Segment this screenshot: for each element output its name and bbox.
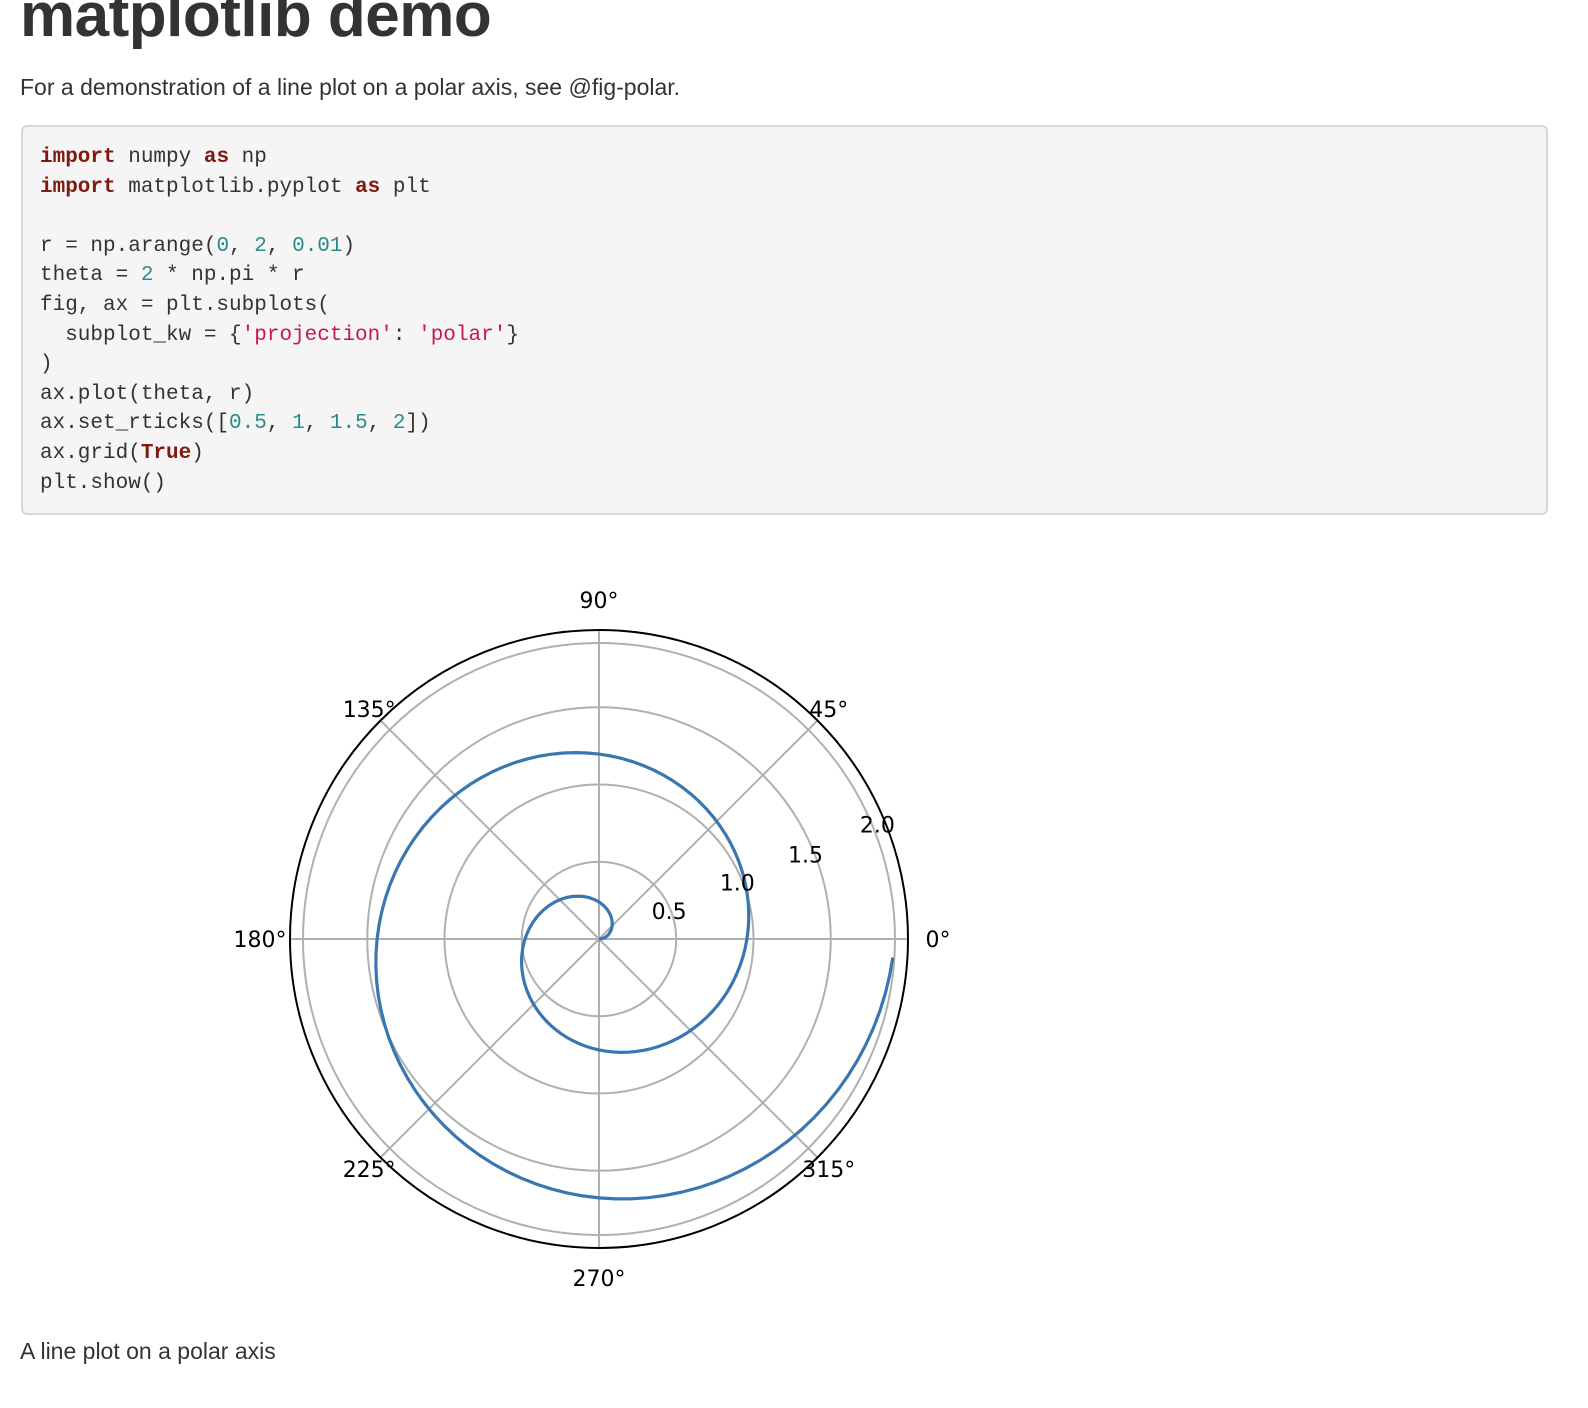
code-number: 1 (292, 412, 305, 436)
code-text: ) (40, 353, 53, 377)
code-line: import matplotlib.pyplot as plt (40, 173, 1529, 203)
code-text: ax.set_rticks([ (40, 412, 230, 436)
angular-gridline (598, 719, 819, 940)
r-tick-label: 1.5 (788, 843, 823, 868)
code-text: fig, ax = plt.subplots( (40, 293, 330, 317)
theta-tick-label: 270° (573, 1267, 626, 1292)
code-string: 'polar' (418, 323, 507, 347)
code-number: 0.01 (292, 234, 343, 258)
code-text: np (229, 146, 267, 169)
code-line: ax.set_rticks([0.5, 1, 1.5, 2]) (40, 409, 1529, 439)
code-text: subplot_kw = { (40, 323, 242, 347)
theta-tick-label: 45° (809, 698, 848, 723)
code-keyword: as (355, 175, 381, 199)
code-line: plt.show() (40, 469, 1529, 499)
theta-tick-label: 90° (580, 589, 619, 614)
code-text: r = np.arange( (40, 234, 217, 258)
theta-tick-label: 315° (802, 1158, 855, 1183)
code-text: ) (191, 441, 204, 465)
r-tick-label: 0.5 (652, 900, 687, 925)
code-text: : (392, 323, 419, 347)
intro-paragraph: For a demonstration of a line plot on a … (20, 74, 681, 100)
code-text: * np.pi * r (153, 264, 305, 288)
code-keyword: import (40, 175, 116, 199)
code-string: 'projection' (241, 323, 393, 347)
code-line: subplot_kw = {'projection': 'polar'} (40, 321, 1529, 351)
code-line: ax.plot(theta, r) (40, 380, 1529, 410)
theta-tick-label: 0° (926, 928, 951, 953)
code-number: 2 (392, 412, 406, 436)
code-text: matplotlib.pyplot (115, 175, 356, 199)
code-line: ) (40, 350, 1529, 380)
code-text: ) (342, 234, 356, 258)
code-listing: import numpy as np import matplotlib.pypl… (40, 143, 1529, 498)
code-text: numpy (115, 146, 204, 169)
code-number: 0 (216, 234, 230, 258)
page-title: matplotlib demo (20, 0, 492, 50)
code-text: ]) (405, 412, 431, 436)
polar-chart: 0° 45° 90° 135° 180° 225° 270° 315° 0.5 1.0 1.5 2.0 (234, 589, 951, 1292)
code-text: ax.plot(theta, r) (40, 382, 255, 406)
code-text: theta = (40, 264, 141, 288)
code-text: , (266, 234, 293, 258)
code-keyword: as (203, 146, 230, 169)
figure-caption: A line plot on a polar axis (20, 1338, 276, 1364)
code-text: , (266, 412, 293, 436)
angular-gridline (379, 938, 600, 1159)
code-text: plt (380, 175, 431, 199)
code-line: theta = 2 * np.pi * r (40, 261, 1529, 291)
code-number: 1.5 (329, 412, 368, 436)
code-text: , (367, 412, 393, 436)
theta-tick-label: 180° (234, 928, 287, 953)
code-block: import numpy as np import matplotlib.pypl… (21, 125, 1548, 515)
code-number: 2 (140, 264, 154, 288)
code-text: , (304, 412, 330, 436)
code-number: 2 (254, 234, 267, 258)
code-text: , (229, 234, 255, 258)
code-text: plt.show() (40, 471, 167, 495)
code-line: r = np.arange(0, 2, 0.01) (40, 232, 1529, 262)
theta-tick-label: 135° (343, 698, 396, 723)
code-line: import numpy as np (40, 143, 1529, 173)
code-line: fig, ax = plt.subplots( (40, 291, 1529, 321)
theta-tick-label: 225° (343, 1158, 396, 1183)
code-text: } (506, 323, 519, 347)
r-tick-label: 2.0 (860, 814, 895, 839)
code-line: ax.grid(True) (40, 439, 1529, 469)
code-number: 0.5 (229, 412, 267, 436)
code-keyword: import (40, 146, 116, 169)
polar-figure: 0° 45° 90° 135° 180° 225° 270° 315° 0.5 1.0 1.5 2.0 (0, 560, 1000, 1320)
r-tick-label: 1.0 (720, 872, 755, 897)
angular-gridline (598, 938, 819, 1159)
code-keyword: True (140, 441, 192, 465)
code-text: ax.grid( (40, 441, 141, 465)
